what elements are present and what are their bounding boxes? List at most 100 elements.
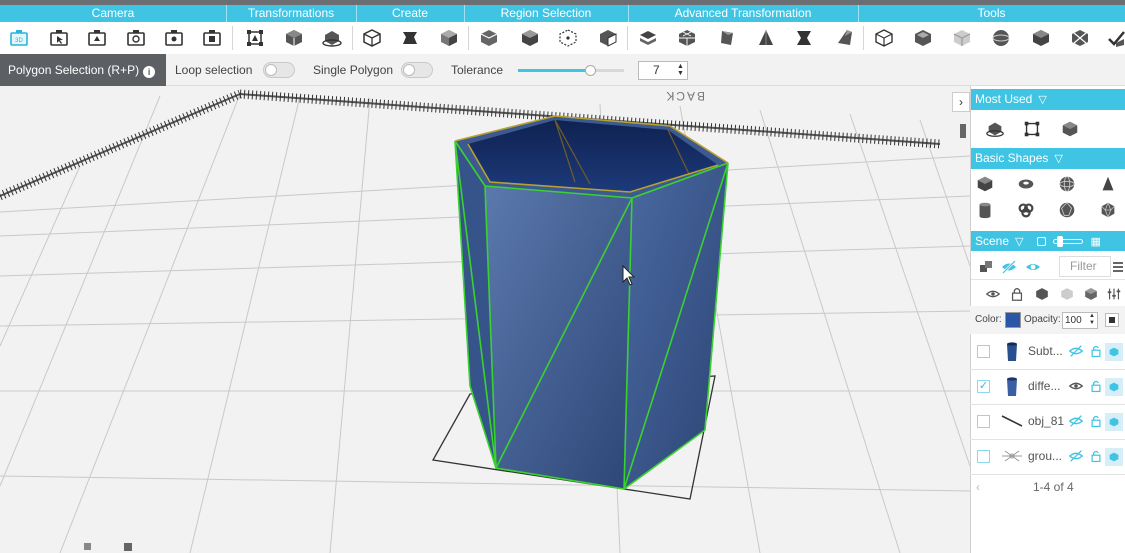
pagination-prev-chevron-icon[interactable]: ‹ — [976, 476, 980, 498]
camera-zoom-icon[interactable] — [160, 25, 188, 51]
scene-filter-input[interactable]: Filter — [1059, 256, 1111, 277]
solid-cube-icon[interactable] — [1105, 378, 1123, 396]
3d-viewport[interactable]: BACK — [0, 86, 970, 553]
tolerance-spinner-icon[interactable]: ▲ ▼ — [676, 63, 685, 78]
scene-visibility-strike-icon[interactable] — [997, 256, 1021, 278]
lock-icon[interactable] — [1088, 448, 1104, 464]
eye-strike-icon[interactable] — [1068, 343, 1084, 359]
opacity-input[interactable]: 100 ▲ ▼ — [1062, 312, 1098, 329]
scene-grid-view-icon[interactable]: ▦ — [1091, 232, 1101, 252]
loop-selection-toggle[interactable] — [263, 62, 295, 78]
camera-orbit-icon[interactable] — [122, 25, 150, 51]
most-used-header[interactable]: Most Used ▽ — [971, 89, 1125, 110]
shape-sphere-icon[interactable] — [1055, 173, 1079, 195]
panel-collapse-chevron-icon[interactable]: › — [952, 92, 970, 112]
most-used-rotate-icon[interactable] — [983, 118, 1007, 140]
tool-measure-icon[interactable] — [870, 25, 898, 51]
scene-item-row[interactable]: grou... — [970, 439, 1125, 474]
advanced-twist-icon[interactable] — [790, 25, 818, 51]
advanced-bend-icon[interactable] — [830, 25, 858, 51]
selected-prism-object[interactable] — [454, 115, 729, 490]
bevel-icon[interactable] — [396, 25, 424, 51]
inset-icon[interactable] — [435, 25, 463, 51]
shape-cube-icon[interactable] — [973, 173, 997, 195]
viewport-canvas[interactable]: BACK — [0, 86, 970, 553]
scene-item-checkbox[interactable]: ✓ — [977, 380, 990, 393]
tool-check-icon[interactable] — [1102, 25, 1125, 51]
tool-wire-icon[interactable] — [948, 25, 976, 51]
advanced-cone-icon[interactable] — [752, 25, 780, 51]
scene-item-checkbox[interactable] — [977, 415, 990, 428]
column-shaded-icon[interactable] — [1079, 283, 1103, 305]
extrude-icon[interactable] — [358, 25, 386, 51]
move-icon[interactable] — [280, 25, 308, 51]
tolerance-slider-handle[interactable] — [585, 65, 597, 76]
column-eye-icon[interactable] — [981, 283, 1005, 305]
triangle-down-icon[interactable]: ▽ — [1054, 149, 1062, 170]
scale-icon[interactable] — [241, 25, 269, 51]
opacity-spinner-icon[interactable]: ▲ ▼ — [1089, 313, 1095, 327]
most-used-scale-icon[interactable] — [1020, 118, 1044, 140]
scene-eye-icon[interactable] — [1021, 256, 1045, 278]
basic-shapes-header[interactable]: Basic Shapes ▽ — [971, 148, 1125, 169]
region-edge-icon[interactable] — [594, 25, 622, 51]
column-properties-icon[interactable] — [1102, 283, 1125, 305]
shape-geosphere-icon[interactable] — [1055, 199, 1079, 221]
shape-torus-icon[interactable] — [1014, 173, 1038, 195]
scene-group-icon[interactable] — [975, 256, 999, 278]
tool-cube-icon[interactable] — [1027, 25, 1055, 51]
column-wire-icon[interactable] — [1055, 283, 1079, 305]
tool-sphere-icon[interactable] — [987, 25, 1015, 51]
camera-3d-icon[interactable]: 3D — [5, 25, 33, 51]
category-region-selection: Region Selection — [500, 6, 592, 20]
scene-item-row[interactable]: obj_81 — [970, 404, 1125, 439]
scene-item-checkbox[interactable] — [977, 345, 990, 358]
tolerance-slider[interactable] — [518, 65, 624, 76]
info-icon[interactable]: i — [143, 66, 156, 78]
shape-knot-icon[interactable] — [1014, 199, 1038, 221]
solid-cube-icon[interactable] — [1105, 343, 1123, 361]
scene-view-toggle-icon[interactable] — [1036, 237, 1046, 246]
eye-strike-icon[interactable] — [1068, 448, 1084, 464]
color-reset-button[interactable] — [1105, 313, 1119, 327]
scene-header[interactable]: Scene ▽ ▦ — [971, 231, 1125, 251]
advanced-stack-icon[interactable] — [634, 25, 662, 51]
scene-size-slider[interactable] — [1053, 236, 1084, 247]
camera-rotate-icon[interactable] — [83, 25, 111, 51]
scene-item-checkbox[interactable] — [977, 450, 990, 463]
most-used-move-icon[interactable] — [1058, 118, 1082, 140]
single-polygon-toggle[interactable] — [401, 62, 433, 78]
main-toolbar: Camera Transformations Create Region Sel… — [0, 0, 1125, 54]
advanced-subdivide-icon[interactable] — [673, 25, 701, 51]
region-box-icon[interactable] — [475, 25, 503, 51]
lock-icon[interactable] — [1088, 343, 1104, 359]
lock-icon[interactable] — [1088, 413, 1104, 429]
advanced-taper-icon[interactable] — [713, 25, 741, 51]
solid-cube-icon[interactable] — [1105, 448, 1123, 466]
color-swatch[interactable] — [1005, 312, 1021, 328]
triangle-down-icon[interactable]: ▽ — [1015, 232, 1023, 252]
scene-item-row[interactable]: Subt... — [970, 334, 1125, 369]
camera-pan-icon[interactable] — [45, 25, 73, 51]
lock-icon[interactable] — [1088, 378, 1104, 394]
panel-scroll-handle[interactable] — [960, 124, 966, 138]
scene-size-slider-handle[interactable] — [1057, 236, 1064, 247]
scene-item-row[interactable]: ✓ diffe... — [970, 369, 1125, 404]
tool-split-icon[interactable] — [1066, 25, 1094, 51]
tool-hollow-icon[interactable] — [909, 25, 937, 51]
rotate-icon[interactable] — [318, 25, 346, 51]
camera-fit-icon[interactable] — [198, 25, 226, 51]
shape-cylinder-icon[interactable] — [973, 199, 997, 221]
eye-icon[interactable] — [1068, 378, 1084, 394]
column-solid-icon[interactable] — [1030, 283, 1054, 305]
tolerance-input[interactable]: 7 ▲ ▼ — [638, 61, 688, 80]
triangle-down-icon[interactable]: ▽ — [1038, 90, 1046, 111]
shape-cone-icon[interactable] — [1096, 173, 1120, 195]
shape-icosahedron-icon[interactable] — [1096, 199, 1120, 221]
solid-cube-icon[interactable] — [1105, 413, 1123, 431]
region-face-icon[interactable] — [516, 25, 544, 51]
column-lock-icon[interactable] — [1005, 283, 1029, 305]
scene-menu-icon[interactable] — [1111, 256, 1125, 278]
eye-strike-icon[interactable] — [1068, 413, 1084, 429]
region-vertex-icon[interactable] — [554, 25, 582, 51]
